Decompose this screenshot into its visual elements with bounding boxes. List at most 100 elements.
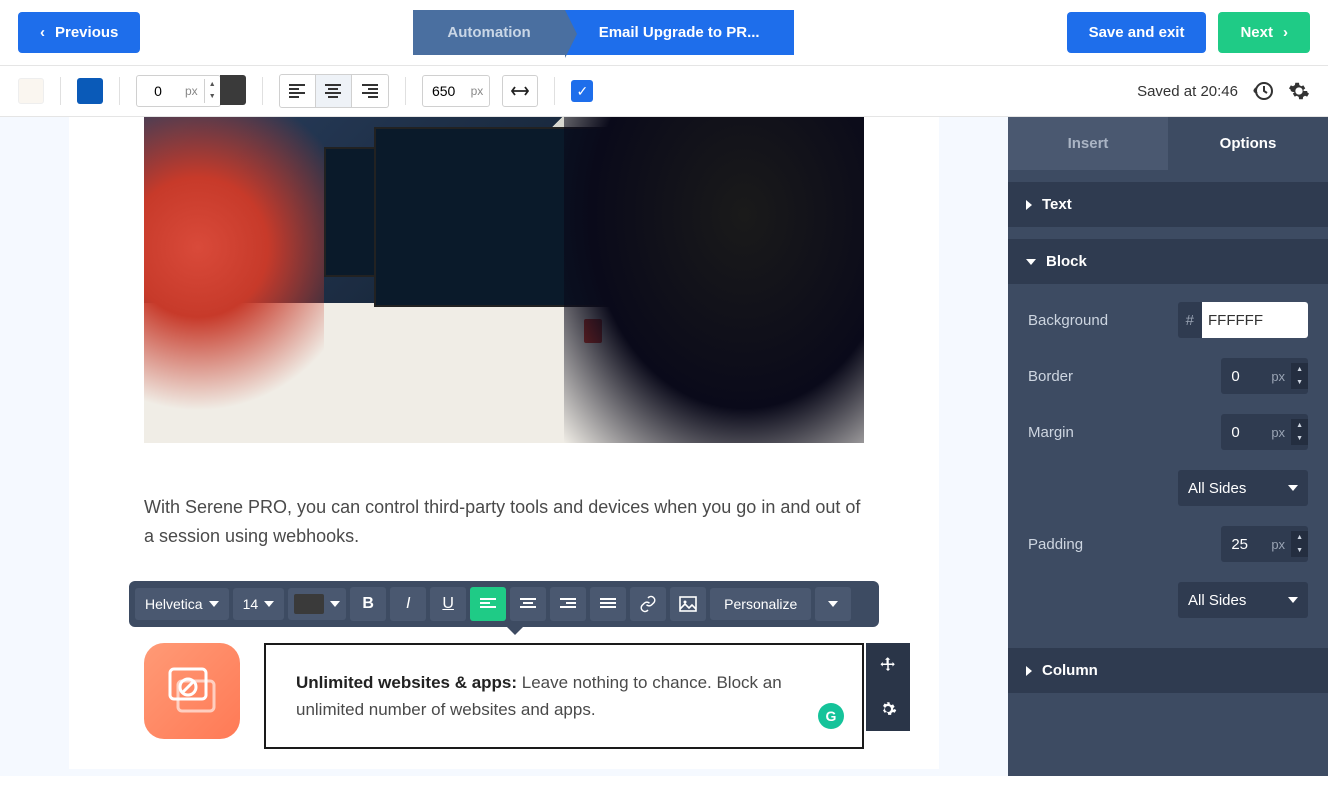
block-handles (866, 643, 910, 731)
prop-margin-side: All Sides (1028, 470, 1308, 506)
spinner-down-icon[interactable]: ▼ (1291, 376, 1308, 389)
prop-border: Border px ▲▼ (1028, 358, 1308, 394)
previous-label: Previous (55, 24, 118, 41)
link-button[interactable] (630, 587, 666, 621)
align-left-icon (480, 598, 496, 610)
background-color-input[interactable]: # (1178, 302, 1308, 338)
selected-text-block[interactable]: Unlimited websites & apps: Leave nothing… (264, 643, 864, 749)
font-size-select[interactable]: 14 (233, 588, 285, 620)
tab-automation[interactable]: Automation (413, 10, 564, 55)
block-apps-icon (164, 663, 220, 719)
responsive-checkbox[interactable]: ✓ (571, 80, 593, 102)
align-center-icon (325, 84, 341, 98)
image-button[interactable] (670, 587, 706, 621)
editor-canvas[interactable]: With Serene PRO, you can control third-p… (0, 117, 1008, 776)
block-settings-button[interactable] (866, 687, 910, 731)
personalize-button[interactable]: Personalize (710, 588, 811, 620)
margin-side-select[interactable]: All Sides (1178, 470, 1308, 506)
align-left-button[interactable] (280, 75, 316, 107)
history-icon[interactable] (1252, 80, 1274, 102)
save-exit-button[interactable]: Save and exit (1067, 12, 1207, 53)
text-align-center-button[interactable] (510, 587, 546, 621)
bold-icon: B (362, 595, 374, 613)
next-button[interactable]: Next › (1218, 12, 1310, 53)
spinner-up-icon[interactable]: ▲ (1291, 419, 1308, 432)
move-block-button[interactable] (866, 643, 910, 687)
canvas-toolbar: px ▲▼ px ✓ Saved at 20:46 (0, 66, 1328, 117)
body-align-group (279, 74, 389, 108)
align-right-icon (560, 598, 576, 610)
chevron-down-icon (1288, 485, 1298, 491)
grammarly-icon[interactable]: G (818, 703, 844, 729)
chevron-right-icon (1026, 666, 1032, 676)
border-width-input[interactable]: px ▲▼ (136, 75, 221, 107)
prop-padding: Padding px ▲▼ (1028, 526, 1308, 562)
canvas-width-input[interactable]: px (422, 75, 491, 107)
feature-icon (144, 643, 240, 739)
text-color-select[interactable] (288, 588, 346, 620)
top-header: ‹ Previous Automation Email Upgrade to P… (0, 0, 1328, 66)
section-block[interactable]: Block (1008, 239, 1328, 284)
accent-color-swatch[interactable] (77, 78, 103, 104)
spinner-up-icon[interactable]: ▲ (1291, 531, 1308, 544)
text-align-right-button[interactable] (550, 587, 586, 621)
top-right-actions: Save and exit Next › (1067, 12, 1310, 53)
margin-input[interactable]: px ▲▼ (1221, 414, 1308, 450)
align-justify-icon (600, 598, 616, 610)
chevron-down-icon (264, 601, 274, 607)
text-toolbar: Helvetica 14 B I U (129, 581, 879, 627)
spinner-up-icon[interactable]: ▲ (205, 79, 220, 91)
main-area: With Serene PRO, you can control third-p… (0, 117, 1328, 776)
check-icon: ✓ (576, 83, 588, 100)
italic-button[interactable]: I (390, 587, 426, 621)
settings-icon[interactable] (1288, 80, 1310, 102)
chevron-down-icon (828, 601, 838, 607)
align-left-icon (289, 84, 305, 98)
fit-width-button[interactable] (502, 75, 538, 107)
section-block-body: Background # Border px ▲▼ Margin (1008, 284, 1328, 636)
align-right-icon (362, 84, 378, 98)
more-button[interactable] (815, 587, 851, 621)
font-family-select[interactable]: Helvetica (135, 588, 229, 620)
chevron-right-icon: › (1283, 24, 1288, 41)
section-column[interactable]: Column (1008, 648, 1328, 693)
text-align-left-button[interactable] (470, 587, 506, 621)
email-body: With Serene PRO, you can control third-p… (69, 117, 939, 769)
chevron-down-icon (1288, 597, 1298, 603)
tab-email[interactable]: Email Upgrade to PR... (565, 10, 794, 55)
spinner-up-icon[interactable]: ▲ (1291, 363, 1308, 376)
prop-background: Background # (1028, 302, 1308, 338)
prop-padding-side: All Sides (1028, 582, 1308, 618)
spinner-down-icon[interactable]: ▼ (205, 91, 220, 103)
underline-button[interactable]: U (430, 587, 466, 621)
section-text[interactable]: Text (1008, 182, 1328, 227)
panel-tabs: Insert Options (1008, 117, 1328, 170)
color-preview-swatch[interactable] (1272, 302, 1308, 338)
align-center-icon (520, 598, 536, 610)
fit-width-icon (511, 85, 529, 97)
prop-margin: Margin px ▲▼ (1028, 414, 1308, 450)
text-align-justify-button[interactable] (590, 587, 626, 621)
spinner-down-icon[interactable]: ▼ (1291, 432, 1308, 445)
align-right-button[interactable] (352, 75, 388, 107)
hero-image[interactable] (144, 117, 864, 443)
right-panel: Insert Options Text Block Background # (1008, 117, 1328, 776)
padding-side-select[interactable]: All Sides (1178, 582, 1308, 618)
padding-input[interactable]: px ▲▼ (1221, 526, 1308, 562)
border-input[interactable]: px ▲▼ (1221, 358, 1308, 394)
italic-icon: I (406, 595, 410, 613)
spinner-down-icon[interactable]: ▼ (1291, 544, 1308, 557)
underline-icon: U (442, 595, 454, 613)
tab-options[interactable]: Options (1168, 117, 1328, 170)
border-color-swatch[interactable] (220, 75, 246, 105)
body-paragraph[interactable]: With Serene PRO, you can control third-p… (144, 493, 864, 551)
bold-button[interactable]: B (350, 587, 386, 621)
link-icon (639, 595, 657, 613)
chevron-down-icon (209, 601, 219, 607)
block-bold-text: Unlimited websites & apps: (296, 673, 517, 692)
image-icon (679, 596, 697, 612)
align-center-button[interactable] (316, 75, 352, 107)
tab-insert[interactable]: Insert (1008, 117, 1168, 170)
bg-color-swatch[interactable] (18, 78, 44, 104)
previous-button[interactable]: ‹ Previous (18, 12, 140, 53)
